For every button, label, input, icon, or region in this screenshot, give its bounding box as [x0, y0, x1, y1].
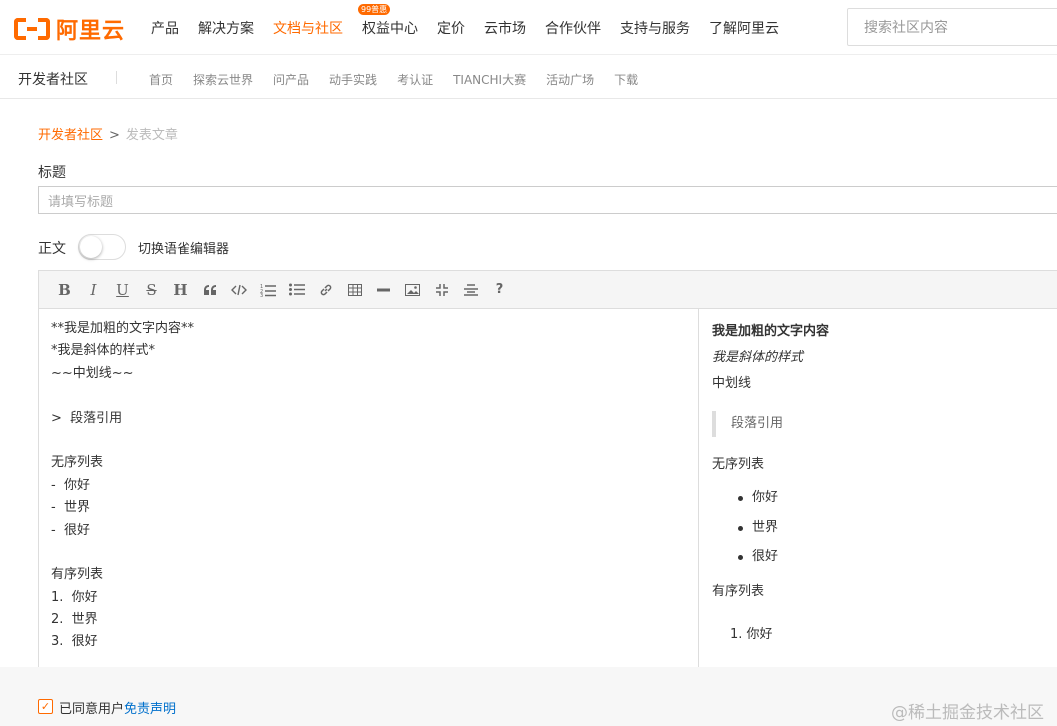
source-line [51, 385, 698, 407]
source-line: *我是斜体的样式* [51, 343, 156, 359]
image-icon[interactable] [398, 280, 427, 300]
toggle-label: 切换语雀编辑器 [138, 242, 230, 257]
main-nav: 产品 解决方案 文档与社区 权益中心 99普惠 定价 云市场 合作伙伴 支持与服… [151, 0, 798, 55]
sub-nav-bar: 开发者社区 首页 探索云世界 问产品 动手实践 考认证 TIANCHI大赛 活动… [0, 56, 1057, 99]
list-item-text: 很好 [752, 549, 779, 564]
brand-name: 阿里云 [56, 19, 126, 44]
editor-switch-toggle[interactable] [78, 234, 126, 260]
source-line: ~~中划线~~ [51, 365, 134, 381]
bullet-icon [738, 525, 743, 531]
nav-item-support[interactable]: 支持与服务 [620, 18, 690, 38]
aliyun-logo-icon [14, 15, 54, 43]
source-line: 有序列表 [51, 567, 104, 583]
disclaimer-link[interactable]: 免责声明 [124, 702, 176, 717]
breadcrumb-separator: > [109, 128, 120, 143]
check-icon: ✓ [40, 700, 51, 713]
source-line [51, 430, 698, 452]
agree-text: 已同意用户 [59, 702, 125, 717]
nav-item-partners[interactable]: 合作伙伴 [545, 18, 601, 38]
divider [116, 71, 117, 84]
watermark: @稀土掘金技术社区 [891, 703, 1044, 723]
agree-label: 已同意用户免责声明 [59, 698, 176, 717]
preview-unordered-list: 你好 世界 很好 [738, 488, 1057, 577]
list-item-text: 你好 [752, 490, 779, 505]
source-line: 无序列表 [51, 455, 104, 471]
breadcrumb-current: 发表文章 [125, 128, 178, 143]
source-line: 1. 你好 [51, 589, 98, 605]
source-line: > 段落引用 [51, 410, 123, 426]
bold-icon[interactable]: B [50, 280, 79, 300]
breadcrumb: 开发者社区 > 发表文章 [38, 124, 178, 143]
horizontal-rule-icon[interactable] [369, 280, 398, 300]
source-line: - 世界 [51, 500, 90, 516]
source-line [51, 542, 698, 564]
list-item-text: 世界 [752, 519, 779, 535]
nav-item-about[interactable]: 了解阿里云 [709, 18, 779, 38]
quote-icon[interactable] [195, 280, 224, 300]
italic-icon[interactable]: I [79, 280, 108, 300]
table-icon[interactable] [340, 280, 369, 300]
subnav-item-download[interactable]: 下载 [614, 71, 638, 88]
search-input[interactable]: 搜索社区内容 [847, 8, 1057, 46]
source-line: - 你好 [51, 477, 90, 493]
markdown-editor: B I U S H 123 ? **我是加粗的文字内容** *我是斜体的样式* … [38, 270, 1057, 670]
preview-ul-title: 无序列表 [712, 457, 765, 472]
nav-item-marketplace[interactable]: 云市场 [484, 18, 526, 38]
help-icon[interactable]: ? [485, 280, 514, 300]
subnav-item-explore[interactable]: 探索云世界 [193, 71, 253, 88]
source-line: 3. 很好 [51, 634, 98, 650]
preview-ol-title: 有序列表 [712, 583, 765, 599]
top-nav-bar: 阿里云 产品 解决方案 文档与社区 权益中心 99普惠 定价 云市场 合作伙伴 … [0, 0, 1057, 55]
list-item: 你好 [738, 488, 1057, 518]
breadcrumb-home[interactable]: 开发者社区 [38, 128, 103, 143]
subnav-item-certification[interactable]: 考认证 [397, 71, 433, 88]
fullscreen-icon[interactable] [427, 280, 456, 300]
bullet-icon [738, 555, 743, 560]
link-icon[interactable] [311, 280, 340, 300]
promo-badge: 99普惠 [358, 3, 391, 15]
subnav-item-labs[interactable]: 动手实践 [329, 71, 377, 88]
markdown-source-pane[interactable]: **我是加粗的文字内容** *我是斜体的样式* ~~中划线~~ > 段落引用 无… [39, 309, 699, 669]
underline-icon[interactable]: U [108, 280, 137, 300]
code-icon[interactable] [224, 280, 253, 300]
strikethrough-icon[interactable]: S [137, 280, 166, 300]
subnav-item-events[interactable]: 活动广场 [546, 71, 594, 88]
preview-bold-text: 我是加粗的文字内容 [712, 324, 830, 339]
title-label: 标题 [38, 165, 66, 181]
nav-item-solutions[interactable]: 解决方案 [198, 18, 254, 38]
aliyun-logo[interactable]: 阿里云 [14, 13, 125, 45]
subnav-item-tianchi[interactable]: TIANCHI大赛 [453, 71, 526, 88]
heading-icon[interactable]: H [166, 280, 195, 300]
preview-ordered-list: 1. 你好 [730, 623, 1057, 642]
source-line: **我是加粗的文字内容** [51, 321, 195, 336]
sub-nav: 首页 探索云世界 问产品 动手实践 考认证 TIANCHI大赛 活动广场 下载 [149, 71, 658, 88]
list-item: 很好 [738, 547, 1057, 577]
unordered-list-icon[interactable] [282, 280, 311, 300]
toggle-knob [80, 236, 102, 258]
list-item: 1. 你好 [730, 626, 773, 642]
svg-text:3: 3 [260, 293, 263, 297]
agree-checkbox[interactable]: ✓ [38, 699, 53, 714]
community-title[interactable]: 开发者社区 [18, 69, 88, 89]
nav-item-benefits[interactable]: 权益中心 99普惠 [358, 3, 418, 38]
preview-strike-text: 中划线 [712, 376, 752, 391]
subnav-item-home[interactable]: 首页 [149, 71, 173, 88]
editor-toolbar: B I U S H 123 ? [39, 271, 1057, 309]
align-center-icon[interactable] [456, 280, 485, 300]
preview-blockquote: 段落引用 [712, 411, 1057, 437]
source-line: - 很好 [51, 522, 90, 538]
nav-item-benefits-label: 权益中心 [362, 20, 418, 37]
markdown-preview-pane: 我是加粗的文字内容 我是斜体的样式 中划线 段落引用 无序列表 你好 世界 很好… [700, 309, 1057, 669]
bullet-icon [738, 496, 743, 501]
nav-item-docs-community[interactable]: 文档与社区 [273, 18, 343, 38]
source-line: 2. 世界 [51, 612, 98, 628]
body-label: 正文 [38, 241, 66, 257]
nav-item-pricing[interactable]: 定价 [437, 18, 465, 38]
nav-item-products[interactable]: 产品 [151, 18, 179, 38]
title-input[interactable]: 请填写标题 [38, 186, 1057, 214]
subnav-item-ask[interactable]: 问产品 [273, 71, 309, 88]
list-item: 世界 [738, 518, 1057, 548]
ordered-list-icon[interactable]: 123 [253, 280, 282, 300]
preview-italic-text: 我是斜体的样式 [712, 350, 804, 365]
